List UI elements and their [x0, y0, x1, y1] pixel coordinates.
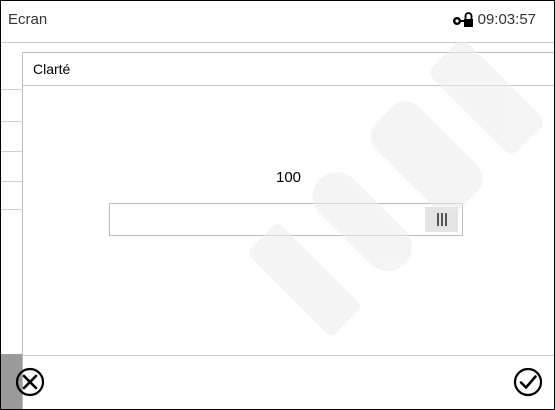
background-row-divider [1, 121, 23, 122]
screen-frame: Ecran 09:03:57 Clarté 100 [0, 0, 555, 410]
cancel-circle-icon [15, 367, 45, 397]
clock-time: 09:03:57 [477, 11, 536, 28]
brightness-dialog: Clarté 100 [15, 52, 554, 409]
dialog-header: Clarté [23, 53, 554, 86]
grip-line [444, 213, 447, 226]
background-row-divider [1, 181, 23, 182]
brightness-value: 100 [275, 169, 302, 186]
lock-key-icon [452, 11, 474, 28]
cancel-button[interactable] [14, 366, 46, 398]
brightness-slider[interactable] [109, 203, 463, 236]
background-row-divider [1, 89, 23, 90]
slider-thumb[interactable] [425, 207, 458, 232]
screen-title: Ecran [8, 11, 48, 28]
dialog-title: Clarté [33, 61, 71, 77]
slider-fill [110, 204, 425, 235]
confirm-button[interactable] [512, 366, 544, 398]
grip-line [436, 213, 439, 226]
background-row-divider [1, 209, 23, 210]
screen-header: Ecran 09:03:57 [1, 1, 554, 43]
confirm-check-icon [513, 367, 543, 397]
status-area: 09:03:57 [452, 11, 536, 28]
grip-line [440, 213, 443, 226]
background-row-divider [1, 151, 23, 152]
dialog-footer [15, 355, 554, 409]
